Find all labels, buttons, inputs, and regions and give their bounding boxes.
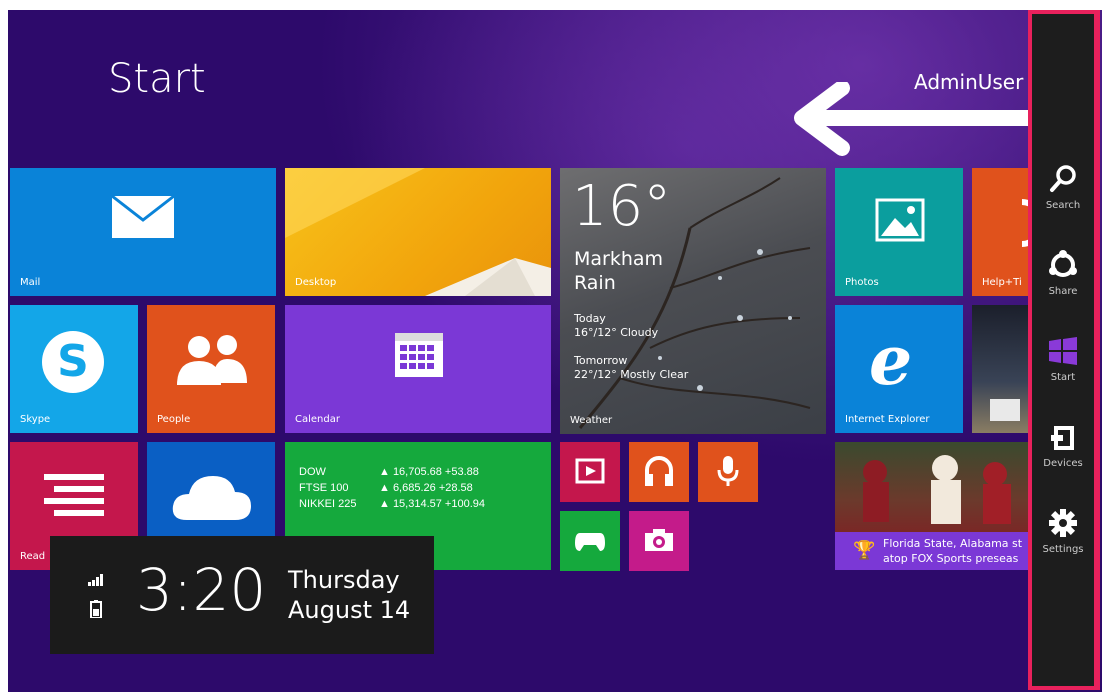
charm-devices[interactable]: Devices <box>1032 422 1094 469</box>
people-icon <box>177 335 247 385</box>
search-icon <box>1050 165 1076 192</box>
weather-tomorrow-label: Tomorrow <box>574 354 628 367</box>
lock-clock-overlay: 3:20 Thursday August 14 <box>50 536 434 654</box>
weather-temperature: 16° <box>572 174 672 239</box>
tile-video[interactable] <box>560 442 620 502</box>
tile-label: Photos <box>845 277 879 288</box>
camera-icon <box>645 529 673 551</box>
reading-list-icon <box>44 474 104 516</box>
charm-start[interactable]: Start <box>1032 336 1094 383</box>
game-controller-icon <box>575 533 605 551</box>
sports-headline-line1: Florida State, Alabama st <box>883 537 1023 550</box>
tile-label: Weather <box>570 415 613 426</box>
tile-calendar[interactable]: Calendar <box>285 305 551 433</box>
battery-icon <box>90 600 102 618</box>
page-title: Start <box>108 56 206 102</box>
windows-logo-icon <box>1049 337 1077 365</box>
sports-news-bar: 🏆 Florida State, Alabama st atop FOX Spo… <box>835 532 1028 570</box>
gear-icon <box>1049 509 1077 537</box>
tile-games[interactable] <box>560 511 620 571</box>
stock-name-dow: DOW <box>299 466 326 478</box>
tile-skype[interactable]: S Skype <box>10 305 138 433</box>
tile-weather[interactable]: 16° Markham Rain Today 16°/12° Cloudy To… <box>560 168 826 434</box>
news-thumbnail-icon <box>990 399 1020 421</box>
sports-players-image <box>863 455 1011 524</box>
charm-settings-label: Settings <box>1042 544 1084 555</box>
start-screen: Start AdminUser Mail Desktop 16° Markham… <box>8 10 1102 692</box>
video-icon <box>575 458 605 484</box>
tile-help-tips[interactable]: Help+Ti <box>972 168 1028 296</box>
stock-value-dow: ▲ 16,705.68 +53.88 <box>379 466 479 478</box>
share-icon <box>1049 250 1077 277</box>
envelope-icon <box>111 194 175 238</box>
charm-start-label: Start <box>1050 372 1076 383</box>
charm-share[interactable]: Share <box>1032 250 1094 297</box>
weather-condition: Rain <box>574 272 616 294</box>
tile-camera[interactable] <box>629 511 689 571</box>
calendar-icon <box>395 333 443 377</box>
tile-sports[interactable]: 🏆 Florida State, Alabama st atop FOX Spo… <box>835 442 1028 570</box>
weather-city: Markham <box>574 248 664 270</box>
skype-icon: S <box>42 331 104 393</box>
charm-devices-label: Devices <box>1043 458 1083 469</box>
stock-value-ftse: ▲ 6,685.26 +28.58 <box>379 482 473 494</box>
headphones-icon <box>645 456 673 486</box>
tile-desktop[interactable]: Desktop <box>285 168 551 296</box>
tile-label: Skype <box>20 414 51 425</box>
cloud-icon <box>172 476 251 520</box>
help-icon <box>1021 199 1028 247</box>
photos-icon <box>875 198 925 242</box>
tile-label: Read <box>20 551 46 562</box>
charms-bar: Search Share Start Devices Settings <box>1028 10 1100 690</box>
weather-today-label: Today <box>574 312 606 325</box>
weather-today-forecast: 16°/12° Cloudy <box>574 326 659 339</box>
tile-people[interactable]: People <box>147 305 275 433</box>
clock-day: Thursday <box>288 566 400 594</box>
tile-label: Desktop <box>295 277 337 288</box>
tile-sound-recorder[interactable] <box>698 442 758 502</box>
sports-headline-line2: atop FOX Sports preseas <box>883 552 1019 565</box>
charm-share-label: Share <box>1048 286 1078 297</box>
trophy-icon: 🏆 <box>853 540 876 561</box>
devices-icon <box>1051 426 1074 450</box>
tile-label: People <box>157 414 191 425</box>
tile-label: Calendar <box>295 414 340 425</box>
tile-photos[interactable]: Photos <box>835 168 963 296</box>
charm-settings[interactable]: Settings <box>1032 508 1094 555</box>
clock-date: August 14 <box>288 596 411 624</box>
stock-name-nikkei: NIKKEI 225 <box>299 498 357 510</box>
charm-search-label: Search <box>1045 200 1081 211</box>
stock-name-ftse: FTSE 100 <box>299 482 349 494</box>
tile-music[interactable] <box>629 442 689 502</box>
tile-mail[interactable]: Mail <box>10 168 276 296</box>
tile-label: Mail <box>20 277 41 288</box>
tile-internet-explorer[interactable]: e Internet Explorer <box>835 305 963 433</box>
stock-value-nikkei: ▲ 15,314.57 +100.94 <box>379 498 486 510</box>
internet-explorer-icon: e <box>869 321 913 401</box>
tile-label: Internet Explorer <box>845 414 930 425</box>
clock-time: 3:20 <box>136 556 267 624</box>
charm-search[interactable]: Search <box>1032 164 1094 211</box>
weather-tomorrow-forecast: 22°/12° Mostly Clear <box>574 368 689 381</box>
signal-strength-icon <box>88 574 103 586</box>
microphone-icon <box>717 456 739 486</box>
tile-photo-news[interactable] <box>972 305 1028 433</box>
tile-label: Help+Ti <box>982 277 1022 288</box>
